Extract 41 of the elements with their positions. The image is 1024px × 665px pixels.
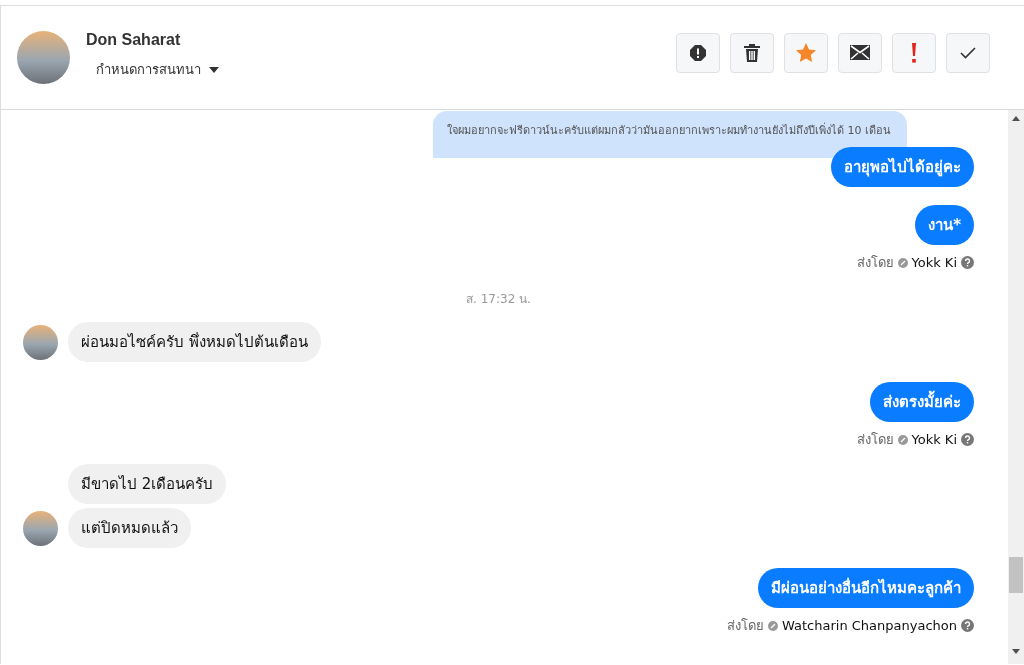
caret-icon xyxy=(209,66,219,73)
message-bubble: ส่งตรงมั้ยค่ะ xyxy=(870,382,974,422)
sent-by-label: ส่งโดย xyxy=(856,254,894,272)
unread-button[interactable] xyxy=(838,32,882,73)
contact-name: Don Saharat xyxy=(86,31,182,49)
spam-button[interactable] xyxy=(676,32,720,73)
checkmark-icon xyxy=(960,46,976,59)
timestamp: ส. 17:32 น. xyxy=(466,291,531,308)
sender-name: Yokk Ki xyxy=(911,255,957,270)
star-button[interactable] xyxy=(784,32,828,73)
avatar xyxy=(17,31,70,84)
scroll-up-icon[interactable] xyxy=(1012,116,1020,121)
trash-icon xyxy=(744,43,760,62)
message-bubble: มีขาดไป 2เดือนครับ xyxy=(68,464,227,504)
quoted-message: ใจผมอยากจะฟรีดาวน์นะครับแต่ผมกลัวว่ามันออกยากเพราะผมทำงานยังไม่ถึงปีเพิ่งได้ 10 เดือน xyxy=(433,111,907,158)
help-icon[interactable] xyxy=(961,256,974,269)
done-button[interactable] xyxy=(946,32,990,73)
scrollbar[interactable] xyxy=(1008,110,1024,664)
important-button[interactable] xyxy=(892,32,936,73)
message-bubble: แต่ปิดหมดแล้ว xyxy=(68,508,191,548)
scroll-thumb[interactable] xyxy=(1009,557,1023,593)
help-icon[interactable] xyxy=(961,433,974,446)
conversation-menu[interactable]: กำหนดการสนทนา xyxy=(96,59,219,80)
star-icon xyxy=(796,43,816,62)
check-circle-icon xyxy=(768,620,778,631)
sender-name: Watcharin Chanpanyachon xyxy=(782,618,957,633)
sent-by-label: ส่งโดย xyxy=(856,431,894,449)
sent-by-label: ส่งโดย xyxy=(727,617,764,635)
check-circle-icon xyxy=(897,257,908,268)
delete-button[interactable] xyxy=(730,32,774,73)
envelope-icon xyxy=(850,45,870,60)
message-bubble: ผ่อนมอไซค์ครับ พึ่งหมดไปต้นเดือน xyxy=(68,322,321,362)
sender-name: Yokk Ki xyxy=(911,432,957,447)
message-bubble: อายุพอไปได้อยู่คะ xyxy=(831,147,974,187)
help-icon[interactable] xyxy=(961,619,974,632)
alert-octagon-icon xyxy=(689,43,707,62)
check-circle-icon xyxy=(897,434,908,445)
message-bubble: มีผ่อนอย่างอื่นอีกไหมคะลูกค้า xyxy=(758,568,974,608)
scroll-down-icon[interactable] xyxy=(1012,649,1020,654)
message-bubble: งาน* xyxy=(915,205,974,245)
exclamation-icon xyxy=(911,42,917,63)
